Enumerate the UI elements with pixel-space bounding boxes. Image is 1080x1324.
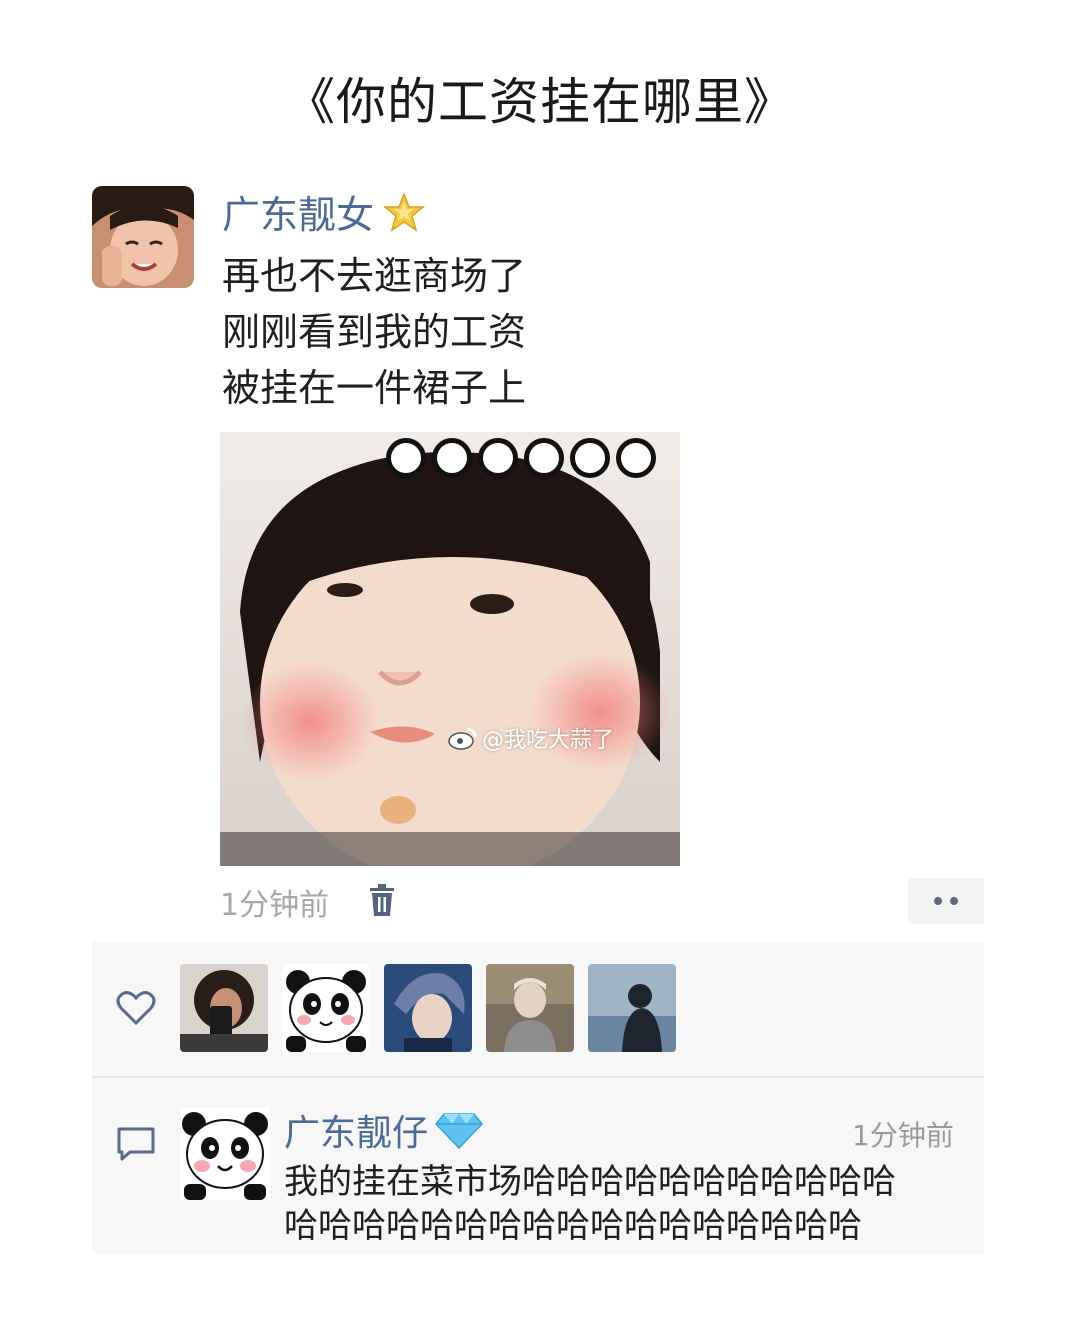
more-options-button[interactable] <box>908 878 984 924</box>
diamond-badge-icon <box>435 1113 484 1150</box>
liker-avatar[interactable] <box>588 964 676 1052</box>
panda-avatar[interactable] <box>282 964 370 1052</box>
weibo-logo-icon <box>448 727 477 750</box>
comment-author-avatar[interactable] <box>180 1108 270 1200</box>
comment-author-name[interactable]: 广东靓仔 <box>284 1104 428 1156</box>
dot-icon <box>950 897 958 905</box>
post-author-name[interactable]: 广东靓女 <box>222 184 374 239</box>
post-line: 再也不去逛商场了 <box>222 254 527 298</box>
comment-icon[interactable] <box>116 1126 156 1162</box>
liker-avatar[interactable] <box>180 964 268 1052</box>
watermark-text: @我吃大蒜了 <box>482 728 615 753</box>
comment-author[interactable]: 广东靓仔 <box>284 1104 484 1156</box>
star-badge-icon <box>382 191 426 232</box>
post-line: 被挂在一件裙子上 <box>222 366 527 410</box>
post-time: 1分钟前 <box>220 888 330 923</box>
panel-divider <box>92 1076 984 1078</box>
author-avatar[interactable] <box>92 186 194 288</box>
heart-icon[interactable] <box>116 990 156 1026</box>
comment-line: 我的挂在菜市场哈哈哈哈哈哈哈哈哈哈哈 <box>284 1162 896 1202</box>
comment-text: 我的挂在菜市场哈哈哈哈哈哈哈哈哈哈哈 哈哈哈哈哈哈哈哈哈哈哈哈哈哈哈哈哈 <box>284 1160 974 1248</box>
comment-line: 哈哈哈哈哈哈哈哈哈哈哈哈哈哈哈哈哈 <box>284 1206 862 1246</box>
post-author[interactable]: 广东靓女 <box>222 184 426 239</box>
page-title: 《你的工资挂在哪里》 <box>285 73 795 131</box>
image-watermark: @我吃大蒜了 <box>448 722 614 754</box>
liker-avatar[interactable] <box>486 964 574 1052</box>
post-image[interactable] <box>220 432 680 866</box>
post-text: 再也不去逛商场了 刚刚看到我的工资 被挂在一件裙子上 <box>222 248 822 416</box>
photo-dots <box>386 438 656 478</box>
likers-list <box>180 964 676 1052</box>
dot-icon <box>934 897 942 905</box>
trash-icon[interactable] <box>368 884 396 918</box>
anime-avatar[interactable] <box>384 964 472 1052</box>
post-line: 刚刚看到我的工资 <box>222 310 527 354</box>
comment-time: 1分钟前 <box>852 1119 954 1152</box>
